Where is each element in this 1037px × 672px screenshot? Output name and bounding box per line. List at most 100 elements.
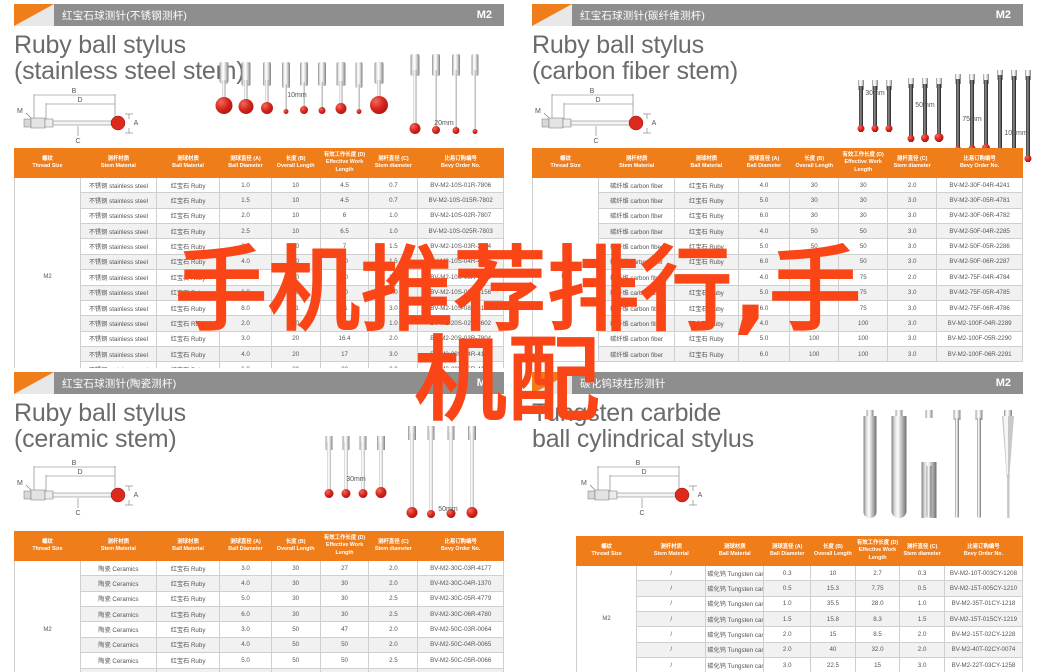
cell-stem-material: /	[636, 657, 707, 672]
cell-thread-size	[531, 238, 600, 255]
cell-effective-length: 11	[319, 299, 370, 317]
col-effective-length: 有效工作长度 (D) Effective Work Length	[838, 148, 889, 178]
cell-stem-diameter: 3.0	[368, 284, 419, 301]
table-row: M2/碳化钨 Tungsten carbide1.515.88.31.5BV-M…	[575, 611, 1024, 628]
cell-effective-length: 50	[838, 238, 889, 255]
table-row: M2 不锈钢 stainless steel 红宝石 Ruby 5.0 10 10 2.0 B…	[14, 269, 504, 286]
cell-ball-material: 红宝石 Ruby	[674, 330, 739, 348]
stylus-schematic: B D M A C	[535, 88, 657, 144]
cell-ball-diameter: 6.0	[737, 253, 791, 271]
cell-stem-diameter: 3.0	[368, 346, 419, 363]
cell-effective-length: 75	[838, 269, 889, 286]
cell-overall-length: 50	[789, 223, 840, 240]
cell-stem-material: 碳纤维 carbon fiber	[598, 330, 676, 348]
cell-ball-diameter: 8.0	[219, 299, 272, 317]
cell-ball-diameter: 2.0	[219, 207, 272, 225]
cell-effective-length: 30	[319, 575, 370, 592]
panel-header-bar: 碳化钨球柱形测针 M2	[532, 372, 1023, 394]
cell-effective-length: 28.0	[854, 595, 901, 613]
cell-ball-diameter: 4.0	[219, 253, 272, 271]
col-stem-material: 测杆材质 Stem Material	[598, 148, 676, 178]
table-header-row: 螺纹 Thread Size 测杆材质 Stem Material 测球材质 Ball…	[14, 148, 504, 178]
cell-stem-material: 碳纤维 carbon fiber	[598, 269, 676, 286]
cell-stem-diameter: 2.0	[887, 269, 938, 286]
photo-group-label: 20mm	[434, 120, 454, 127]
cell-stem-diameter: 1.0	[368, 223, 419, 240]
cell-order-no: BV-M2-75F-05R-4785	[936, 284, 1023, 301]
cell-effective-length: 30	[838, 176, 889, 194]
cell-ball-material: 红宝石 Ruby	[155, 192, 221, 209]
cell-thread-size	[14, 223, 81, 239]
svg-text:B: B	[72, 88, 77, 95]
cell-stem-material: 不锈钢 stainless steel	[80, 192, 157, 209]
cell-ball-material: 红宝石 Ruby	[674, 192, 739, 209]
stylus-photo-group-10mm: 10mm	[212, 34, 392, 114]
cell-stem-material: 碳纤维 carbon fiber	[598, 299, 676, 317]
cell-thread-size	[14, 238, 81, 255]
cell-overall-length: 10	[270, 192, 321, 209]
cell-stem-material: /	[636, 595, 707, 613]
cell-thread-size	[531, 192, 600, 209]
col-ball-diameter: 测球直径 (A) Ball Diameter	[763, 536, 812, 566]
cell-order-no: BV-M2-50C-05R-0066	[417, 652, 504, 669]
cell-ball-diameter: 2.0	[763, 626, 812, 643]
cell-ball-material: 红宝石 Ruby	[155, 652, 221, 669]
cell-overall-length: 30	[789, 176, 840, 194]
cell-thread-size	[14, 346, 81, 362]
cell-stem-diameter: 2.0	[899, 626, 945, 643]
cell-overall-length: 22.5	[810, 657, 856, 672]
cell-stem-diameter: 2.5	[368, 606, 419, 623]
cell-stem-material: 陶瓷 Ceramics	[80, 621, 157, 638]
cell-thread-size	[14, 315, 81, 332]
cell-thread-size	[531, 300, 600, 316]
col-thread-size: 螺纹 Thread Size	[575, 536, 638, 566]
col-stem-diameter: 测杆直径 (C) Stem diameter	[368, 531, 419, 561]
cell-overall-length: 50	[270, 667, 321, 672]
cell-effective-length: 50	[838, 223, 889, 240]
cell-overall-length: 75	[789, 299, 840, 317]
cell-thread-size	[531, 285, 600, 301]
cell-ball-diameter: 6.0	[219, 667, 272, 672]
svg-text:C: C	[639, 510, 644, 516]
cell-stem-diameter: 3.0	[887, 253, 938, 271]
cell-thread-size: M2	[14, 269, 81, 286]
cell-ball-material: 红宝石 Ruby	[155, 559, 221, 577]
svg-text:D: D	[641, 469, 646, 476]
cell-order-no: BV-M2-30F-05R-4781	[936, 192, 1023, 209]
cell-thread-size	[14, 285, 81, 301]
cell-ball-material: 红宝石 Ruby	[155, 330, 221, 348]
cell-order-no: BV-M2-50F-05R-2286	[936, 238, 1023, 255]
col-overall-length: 长度 (B) Overall Length	[789, 148, 840, 178]
table-row: 碳纤维 carbon fiber 红宝石 Ruby 6.0 30 30 3.0 BV-M2-…	[531, 207, 1023, 225]
svg-text:A: A	[134, 492, 139, 499]
cell-effective-length: 50	[319, 636, 370, 654]
cell-overall-length: 20	[270, 330, 321, 348]
cell-order-no: BV-M2-50C-06R-0470	[417, 667, 504, 672]
cell-ball-diameter: 2.0	[219, 315, 272, 332]
cell-order-no: BV-M2-30C-03R-4177	[417, 559, 504, 577]
cell-overall-length: 30	[270, 559, 321, 577]
cell-effective-length: 27	[319, 559, 370, 577]
cell-order-no: BV-M2-10S-08R-4157	[417, 299, 504, 317]
cell-ball-diameter: 4.0	[219, 575, 272, 592]
col-stem-diameter: 测杆直径 (C) Stem diameter	[899, 536, 945, 566]
stylus-photo-group-100mm: 100mm	[992, 32, 1037, 162]
cell-stem-material: 不锈钢 stainless steel	[80, 176, 157, 194]
cell-order-no: BV-M2-50F-06R-2287	[936, 253, 1023, 271]
table-body: 陶瓷 Ceramics 红宝石 Ruby 3.0 30 27 2.0 BV-M2-30C-0…	[14, 559, 504, 672]
cell-stem-diameter: 2.5	[368, 590, 419, 608]
cell-ball-material: 红宝石 Ruby	[674, 299, 739, 317]
cell-ball-material: 红宝石 Ruby	[155, 207, 221, 225]
corner-triangle-icon	[532, 372, 572, 394]
cell-order-no: BV-M2-10S-01R-7806	[417, 176, 504, 194]
cell-thread-size	[14, 254, 81, 270]
cell-order-no: BV-M2-100F-04R-2289	[936, 315, 1023, 332]
cell-ball-material: 碳化钨 Tungsten carbide	[705, 611, 765, 628]
cell-ball-diameter: 6.0	[737, 346, 791, 363]
cell-effective-length: 30	[838, 192, 889, 209]
col-overall-length: 长度 (B) Overall Length	[270, 531, 321, 561]
cell-order-no: BV-M2-50F-04R-2285	[936, 223, 1023, 240]
cell-order-no: BV-M2-30C-05R-4779	[417, 590, 504, 608]
cell-stem-material: 不锈钢 stainless steel	[80, 315, 157, 332]
cell-ball-diameter: 5.0	[219, 590, 272, 608]
